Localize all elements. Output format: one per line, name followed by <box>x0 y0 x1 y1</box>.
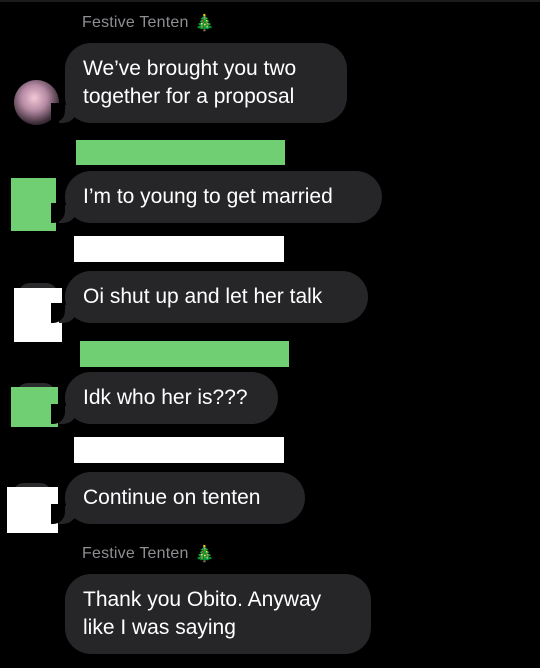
message-text: Thank you Obito. Anyway like I was sayin… <box>83 588 322 639</box>
message-bubble[interactable]: We’ve brought you two together for a pro… <box>51 43 347 123</box>
sender-name: Festive Tenten 🎄 <box>82 544 215 564</box>
message-text: Continue on tenten <box>83 486 261 509</box>
christmas-tree-icon: 🎄 <box>194 546 215 563</box>
message-text: We’ve brought you two together for a pro… <box>83 57 297 108</box>
message-bubble[interactable]: Thank you Obito. Anyway like I was sayin… <box>65 574 371 654</box>
message-bubble[interactable]: Oi shut up and let her talk <box>51 271 368 323</box>
top-divider <box>0 0 540 2</box>
message-text: Idk who her is??? <box>83 386 248 409</box>
redacted-sender-name <box>74 236 284 262</box>
sender-name-text: Festive Tenten <box>82 545 189 562</box>
message-bubble[interactable]: I’m to young to get married <box>51 171 382 223</box>
redacted-sender-name <box>74 437 284 463</box>
sender-name-text: Festive Tenten <box>82 14 189 31</box>
christmas-tree-icon: 🎄 <box>194 15 215 32</box>
redacted-sender-name <box>76 140 285 165</box>
sender-name: Festive Tenten 🎄 <box>82 13 215 33</box>
message-text: I’m to young to get married <box>83 185 333 208</box>
message-text: Oi shut up and let her talk <box>83 285 323 308</box>
redacted-sender-name <box>80 341 289 367</box>
message-bubble[interactable]: Idk who her is??? <box>51 372 278 424</box>
message-bubble[interactable]: Continue on tenten <box>51 472 305 524</box>
redacted-avatar <box>11 178 56 231</box>
